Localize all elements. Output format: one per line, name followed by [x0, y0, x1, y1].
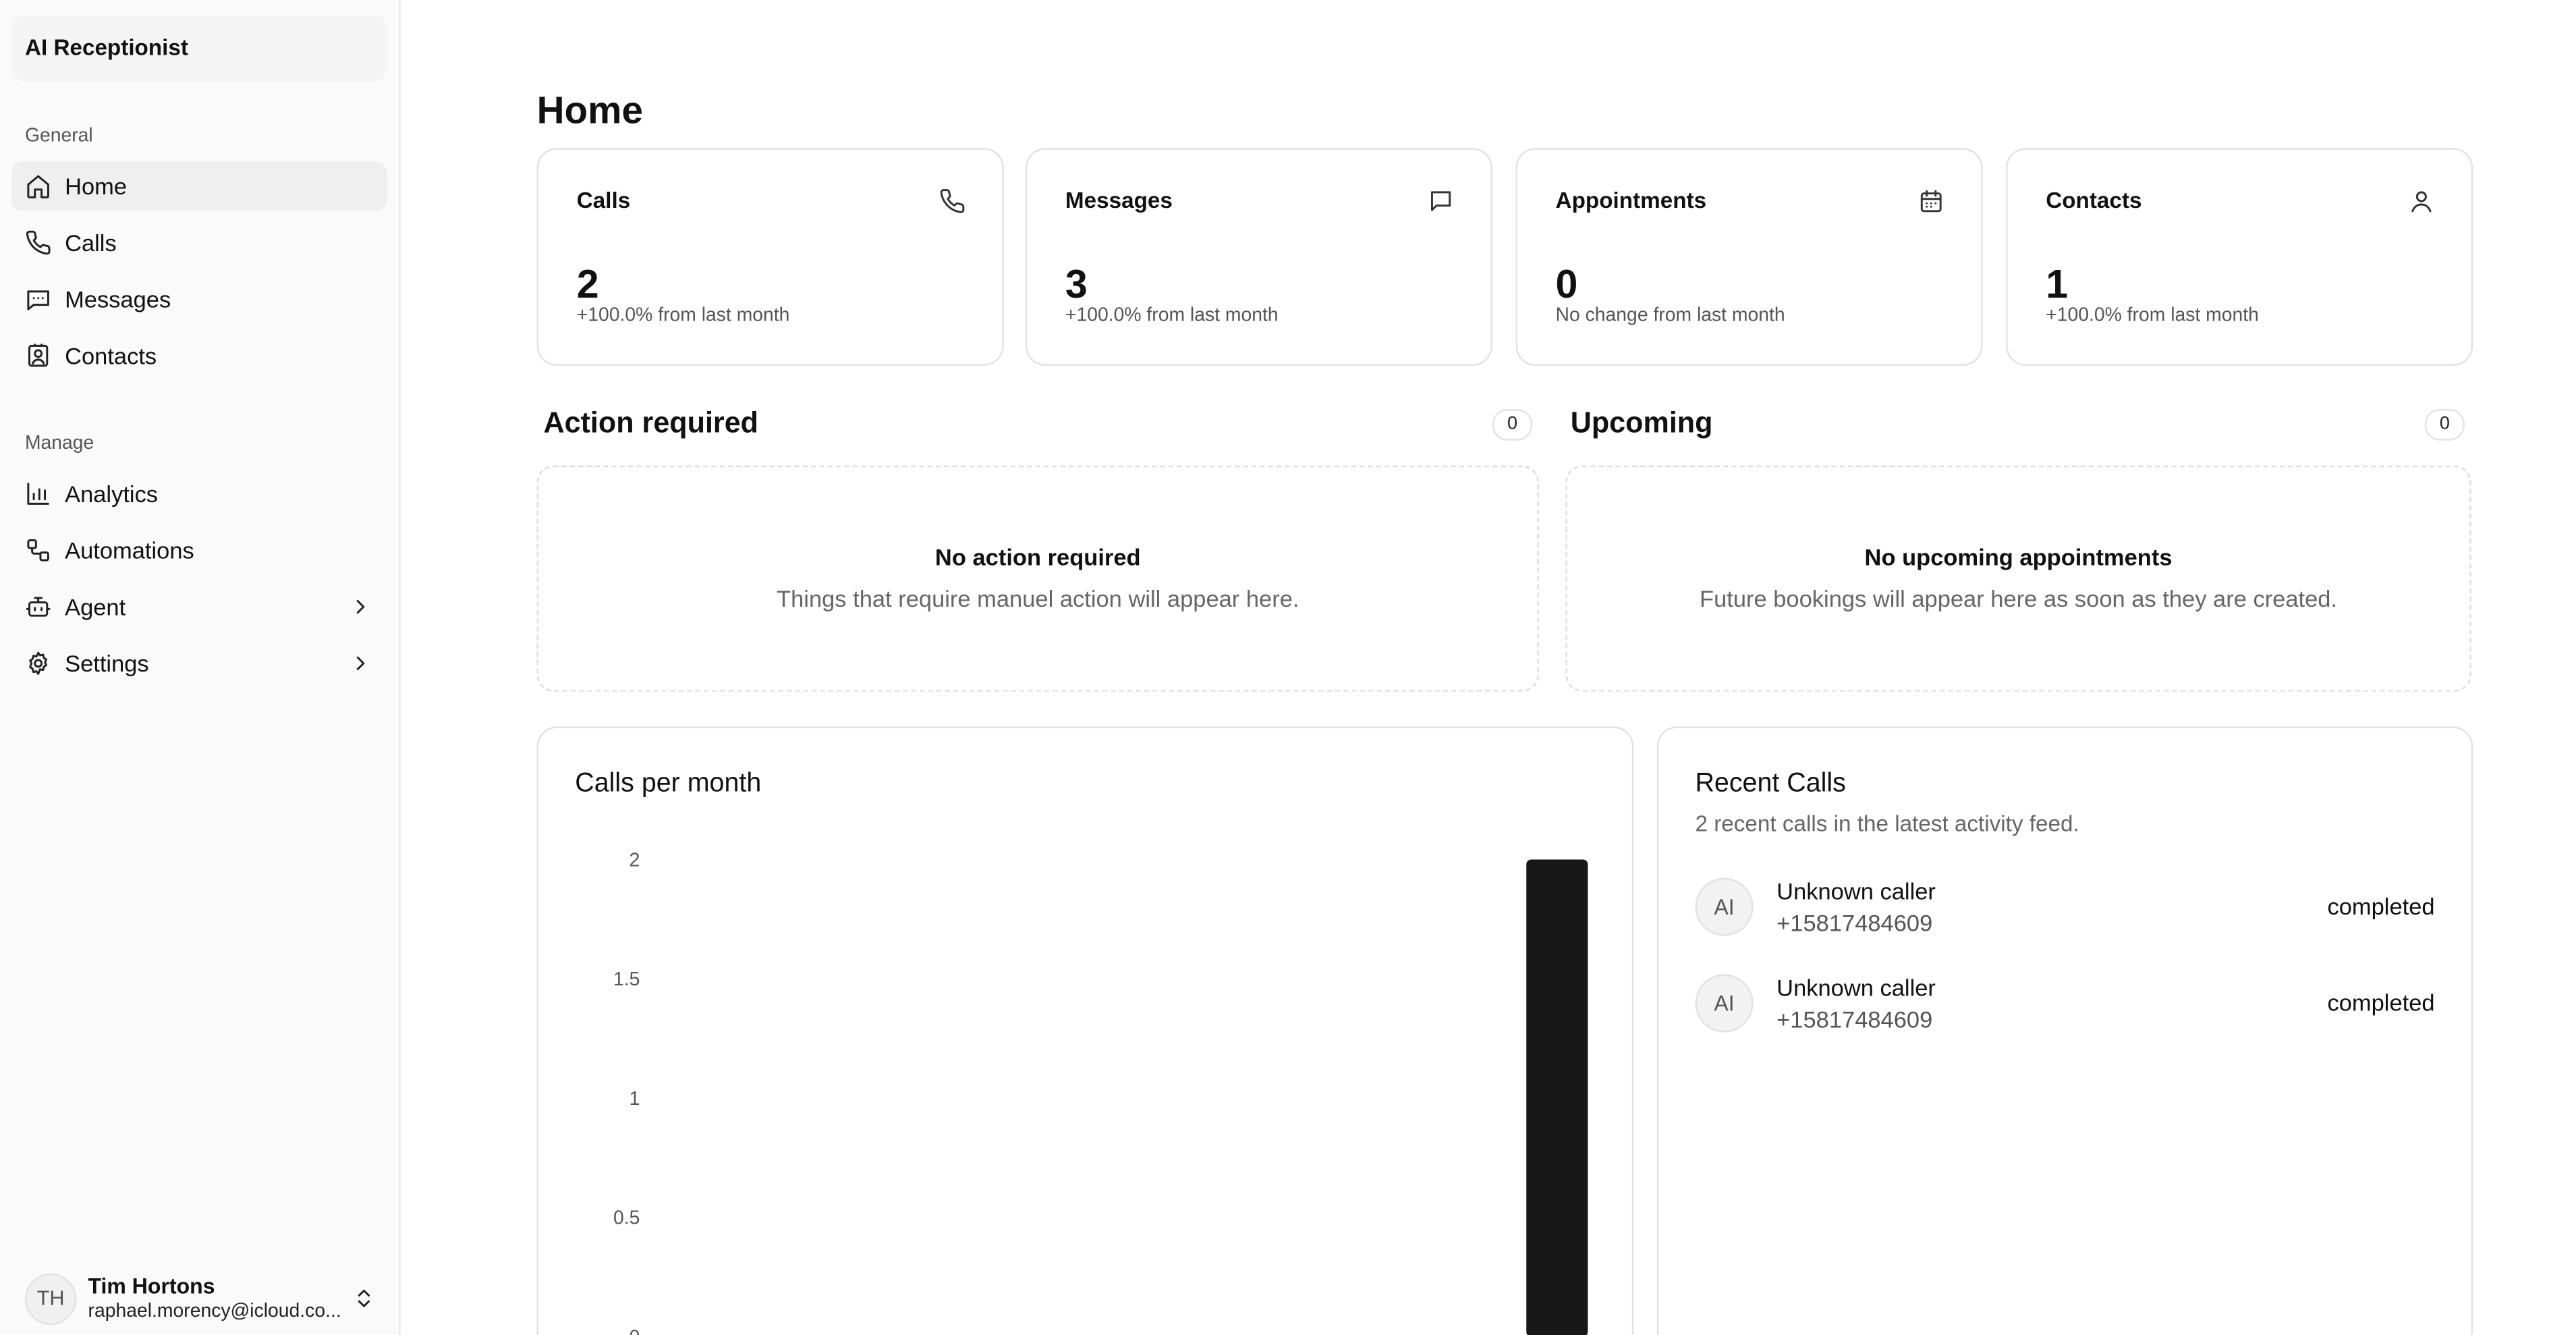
avatar: AI — [1695, 974, 1754, 1033]
stat-value: 2 — [576, 263, 599, 308]
phone-icon — [939, 188, 965, 214]
sidebar-item-automations[interactable]: Automations — [11, 525, 387, 575]
app-title[interactable]: AI Receptionist — [11, 15, 387, 82]
stat-title: Calls — [576, 188, 631, 213]
sidebar-item-home[interactable]: Home — [11, 161, 387, 211]
list-item[interactable]: AI Unknown caller +15817484609 completed — [1695, 877, 2435, 938]
stat-card-messages: Messages 3 +100.0% from last month — [1025, 148, 1492, 366]
chevron-right-icon — [349, 595, 372, 618]
y-tick-label: 0 — [629, 1326, 640, 1335]
stat-change: +100.0% from last month — [2046, 306, 2259, 326]
calendar-icon — [1918, 188, 1944, 214]
message-icon — [25, 286, 51, 312]
y-tick-label: 1.5 — [613, 969, 640, 990]
sidebar-item-label: Calls — [65, 229, 117, 256]
user-icon — [2408, 188, 2434, 214]
action-required-count-badge: 0 — [1492, 408, 1533, 441]
y-tick-label: 1 — [629, 1088, 640, 1110]
caller-number: +15817484609 — [1776, 1006, 1933, 1033]
sidebar-item-label: Settings — [65, 650, 149, 677]
empty-state-description: Things that require manuel action will a… — [777, 585, 1299, 612]
gear-icon — [25, 650, 51, 676]
y-tick-label: 0.5 — [613, 1207, 640, 1229]
user-name: Tim Hortons — [88, 1273, 215, 1299]
sidebar-item-label: Agent — [65, 593, 126, 620]
sidebar: AI Receptionist General Home Calls Messa… — [0, 0, 401, 1335]
upcoming-heading: Upcoming — [1570, 406, 1713, 439]
recent-calls-title: Recent Calls — [1695, 769, 1846, 798]
stat-title: Messages — [1065, 188, 1173, 213]
stat-change: +100.0% from last month — [1065, 306, 1279, 326]
list-item[interactable]: AI Unknown caller +15817484609 completed — [1695, 974, 2435, 1034]
caller-name: Unknown caller — [1776, 974, 1936, 1001]
stat-change: No change from last month — [1555, 306, 1785, 326]
upcoming-empty-state: No upcoming appointments Future bookings… — [1565, 465, 2471, 692]
recent-calls-panel: Recent Calls 2 recent calls in the lates… — [1656, 726, 2473, 1335]
sidebar-item-calls[interactable]: Calls — [11, 218, 387, 268]
bar-chart-icon — [25, 481, 51, 507]
stat-title: Appointments — [1555, 188, 1707, 213]
empty-state-title: No action required — [934, 543, 1141, 570]
contacts-icon — [25, 342, 51, 369]
recent-calls-description: 2 recent calls in the latest activity fe… — [1695, 811, 2079, 836]
stat-value: 1 — [2046, 263, 2069, 308]
stat-card-contacts: Contacts 1 +100.0% from last month — [2006, 148, 2473, 366]
user-email: raphael.morency@icloud.co... — [88, 1301, 341, 1322]
call-status: completed — [2327, 892, 2435, 920]
stat-title: Contacts — [2046, 188, 2142, 213]
message-icon — [1428, 188, 1454, 214]
calls-per-month-chart: 00.511.52AprMayJunJulAugSepOctNovDecJanF… — [613, 849, 1588, 1335]
bot-icon — [25, 593, 51, 620]
phone-icon — [25, 229, 51, 256]
chevron-right-icon — [349, 652, 372, 675]
action-required-empty-state: No action required Things that require m… — [536, 465, 1539, 692]
stat-change: +100.0% from last month — [576, 306, 790, 326]
sidebar-item-analytics[interactable]: Analytics — [11, 469, 387, 519]
sidebar-item-label: Automations — [65, 537, 194, 564]
sidebar-item-contacts[interactable]: Contacts — [11, 331, 387, 381]
chevrons-up-down-icon[interactable] — [352, 1285, 375, 1311]
sidebar-item-label: Home — [65, 173, 128, 200]
sidebar-item-agent[interactable]: Agent — [11, 582, 387, 632]
stat-value: 0 — [1555, 263, 1578, 308]
stat-card-calls: Calls 2 +100.0% from last month — [536, 148, 1004, 366]
sidebar-item-label: Messages — [65, 285, 171, 313]
stat-card-appointments: Appointments 0 No change from last month — [1515, 148, 1983, 366]
stat-value: 3 — [1065, 263, 1088, 308]
workflow-icon — [25, 537, 51, 564]
sidebar-item-messages[interactable]: Messages — [11, 274, 387, 324]
call-status: completed — [2327, 989, 2435, 1016]
sidebar-item-label: Analytics — [65, 480, 159, 508]
caller-name: Unknown caller — [1776, 877, 1936, 904]
user-menu[interactable]: TH Tim Hortons raphael.morency@icloud.co… — [24, 1270, 383, 1330]
y-tick-label: 2 — [629, 849, 640, 871]
page-title: Home — [536, 88, 644, 132]
home-icon — [25, 173, 51, 199]
action-required-heading: Action required — [543, 406, 759, 439]
sidebar-item-settings[interactable]: Settings — [11, 638, 387, 688]
empty-state-title: No upcoming appointments — [1864, 543, 2173, 570]
upcoming-count-badge: 0 — [2424, 408, 2465, 441]
manage-section-label: Manage — [24, 433, 94, 454]
avatar: AI — [1695, 877, 1754, 936]
general-section-label: General — [24, 126, 93, 146]
avatar: TH — [24, 1273, 77, 1326]
caller-number: +15817484609 — [1776, 909, 1933, 936]
chart-bar[interactable] — [1526, 859, 1588, 1335]
sidebar-item-label: Contacts — [65, 342, 157, 369]
empty-state-description: Future bookings will appear here as soon… — [1700, 585, 2338, 612]
calls-per-month-panel: Calls per month 00.511.52AprMayJunJulAug… — [536, 726, 1634, 1335]
